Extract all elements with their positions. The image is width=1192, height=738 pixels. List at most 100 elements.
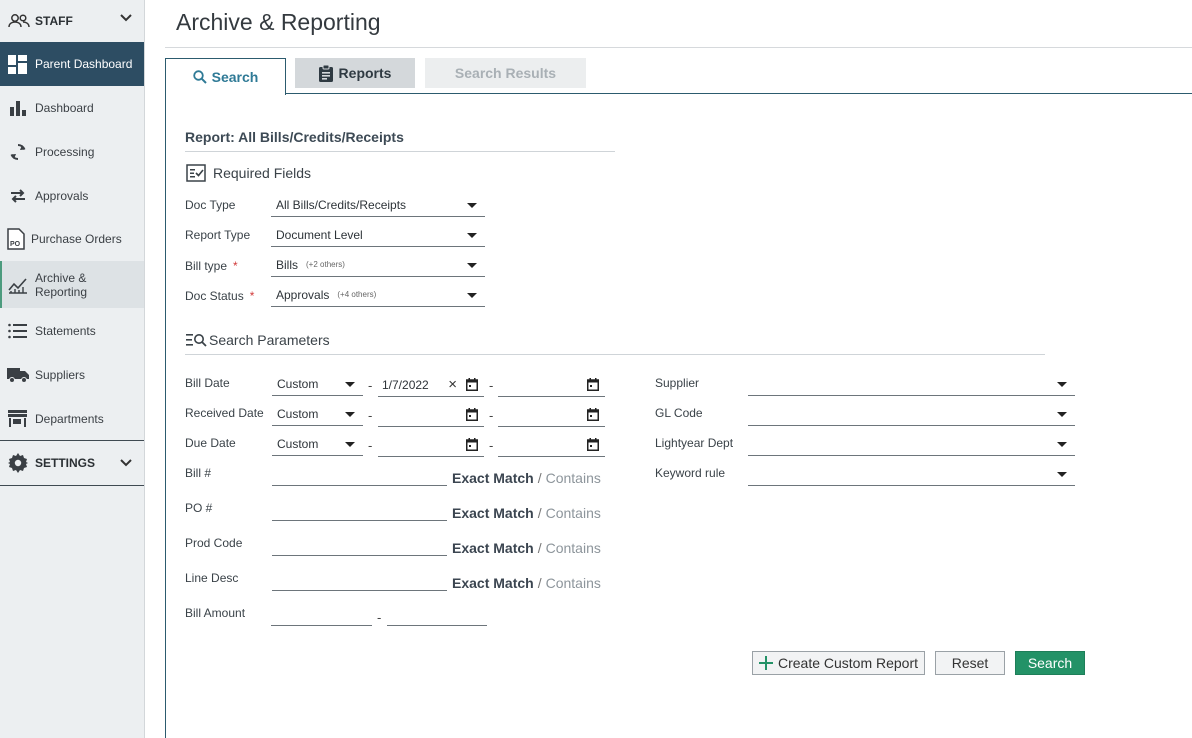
caret-down-icon xyxy=(1057,442,1067,447)
po-document-icon: PO xyxy=(7,228,25,250)
tab-search-results: Search Results xyxy=(425,58,586,88)
chevron-down-icon xyxy=(120,14,132,22)
supplier-select[interactable] xyxy=(748,372,1075,396)
checklist-icon xyxy=(186,164,206,182)
bill-type-select[interactable]: Bills (+2 others) xyxy=(271,253,485,277)
tab-label: Reports xyxy=(338,65,392,81)
bill-date-from-input[interactable]: 1/7/2022 × xyxy=(378,373,484,397)
doc-status-select[interactable]: Approvals (+4 others) xyxy=(271,283,485,307)
sidebar-divider xyxy=(0,485,144,486)
calendar-icon[interactable] xyxy=(466,408,478,421)
bill-number-input[interactable] xyxy=(272,466,447,486)
sidebar-item-dashboard[interactable]: Dashboard xyxy=(0,86,144,130)
sidebar-item-purchase-orders[interactable]: PO Purchase Orders xyxy=(0,218,144,260)
keyword-rule-select[interactable] xyxy=(748,462,1075,486)
line-chart-icon xyxy=(8,277,27,294)
bill-number-label: Bill # xyxy=(185,466,212,480)
calendar-icon[interactable] xyxy=(587,438,599,451)
caret-down-icon xyxy=(1057,382,1067,387)
report-type-label: Report Type xyxy=(185,228,251,242)
po-number-input[interactable] xyxy=(272,501,447,521)
bill-date-mode-select[interactable]: Custom xyxy=(272,372,363,396)
tab-reports[interactable]: Reports xyxy=(295,58,415,88)
prod-code-label: Prod Code xyxy=(185,536,243,550)
contains-option[interactable]: Contains xyxy=(546,505,601,521)
sidebar-item-processing[interactable]: Processing xyxy=(0,130,144,174)
doc-type-label: Doc Type xyxy=(185,198,236,212)
required-asterisk: * xyxy=(233,259,238,273)
bill-date-label: Bill Date xyxy=(185,376,230,390)
doc-status-label: Doc Status * xyxy=(185,289,254,303)
staff-section-toggle[interactable]: STAFF xyxy=(0,0,144,42)
calendar-icon[interactable] xyxy=(466,378,478,391)
tab-underline xyxy=(286,93,1192,94)
due-date-to-input[interactable] xyxy=(498,433,605,457)
header-divider xyxy=(165,47,1192,48)
due-date-mode-select[interactable]: Custom xyxy=(272,432,363,456)
sidebar-item-approvals[interactable]: Approvals xyxy=(0,174,144,218)
contains-option[interactable]: Contains xyxy=(546,575,601,591)
bill-amount-max-input[interactable] xyxy=(387,606,487,626)
caret-down-icon xyxy=(1057,472,1067,477)
supplier-label: Supplier xyxy=(655,376,700,390)
exact-match-option[interactable]: Exact Match xyxy=(452,505,534,521)
select-value: Custom xyxy=(277,436,319,451)
exact-match-option[interactable]: Exact Match xyxy=(452,575,534,591)
lightyear-dept-select[interactable] xyxy=(748,432,1075,456)
line-desc-input[interactable] xyxy=(272,571,447,591)
received-date-from-input[interactable] xyxy=(378,403,484,427)
sidebar-item-statements[interactable]: Statements xyxy=(0,309,144,353)
tab-label: Search xyxy=(211,69,259,85)
exact-match-option[interactable]: Exact Match xyxy=(452,470,534,486)
prod-code-input[interactable] xyxy=(272,536,447,556)
received-date-mode-select[interactable]: Custom xyxy=(272,402,363,426)
doc-type-select[interactable]: All Bills/Credits/Receipts xyxy=(271,193,485,217)
tab-search[interactable]: Search xyxy=(165,58,286,95)
select-value: Bills xyxy=(276,257,299,272)
caret-down-icon xyxy=(467,263,477,268)
contains-option[interactable]: Contains xyxy=(546,470,601,486)
calendar-icon[interactable] xyxy=(587,378,599,391)
staff-label: STAFF xyxy=(35,14,73,28)
caret-down-icon xyxy=(345,412,355,417)
gl-code-select[interactable] xyxy=(748,402,1075,426)
sidebar-item-label: Departments xyxy=(35,411,104,426)
button-label: Create Custom Report xyxy=(777,655,919,671)
search-button[interactable]: Search xyxy=(1015,651,1085,675)
reset-button[interactable]: Reset xyxy=(935,651,1005,675)
section-heading-text: Search Parameters xyxy=(209,332,330,348)
contains-option[interactable]: Contains xyxy=(546,540,601,556)
select-extra-count: (+4 others) xyxy=(337,290,377,299)
due-date-from-input[interactable] xyxy=(378,433,484,457)
bill-date-to-input[interactable] xyxy=(498,373,605,397)
clear-icon[interactable]: × xyxy=(448,376,457,393)
calendar-icon[interactable] xyxy=(466,438,478,451)
gear-icon xyxy=(8,453,28,473)
sidebar: STAFF Parent Dashboard Dashboard Process… xyxy=(0,0,145,738)
line-desc-label: Line Desc xyxy=(185,571,239,585)
select-value: Custom xyxy=(277,406,319,421)
report-title: Report: All Bills/Credits/Receipts xyxy=(185,129,404,145)
sidebar-item-suppliers[interactable]: Suppliers xyxy=(0,353,144,397)
sidebar-item-archive-reporting[interactable]: Archive & Reporting xyxy=(0,261,144,308)
people-icon xyxy=(8,14,30,28)
settings-label: SETTINGS xyxy=(35,456,96,470)
bill-amount-min-input[interactable] xyxy=(271,606,372,626)
caret-down-icon xyxy=(345,442,355,447)
swap-arrows-icon xyxy=(11,189,25,203)
exact-match-option[interactable]: Exact Match xyxy=(452,540,534,556)
select-value: All Bills/Credits/Receipts xyxy=(276,197,407,212)
calendar-icon[interactable] xyxy=(587,408,599,421)
sidebar-item-departments[interactable]: Departments xyxy=(0,397,144,440)
settings-section-toggle[interactable]: SETTINGS xyxy=(0,441,144,485)
bar-chart-icon xyxy=(10,101,26,116)
storefront-icon xyxy=(8,410,27,427)
received-date-to-input[interactable] xyxy=(498,403,605,427)
tab-label: Search Results xyxy=(454,65,557,81)
report-type-select[interactable]: Document Level xyxy=(271,223,485,247)
po-number-match-toggle: Exact Match / Contains xyxy=(452,505,601,521)
create-custom-report-button[interactable]: Create Custom Report xyxy=(752,651,925,675)
po-badge-text: PO xyxy=(10,241,21,248)
sidebar-item-label: Dashboard xyxy=(35,101,94,115)
sidebar-item-parent-dashboard[interactable]: Parent Dashboard xyxy=(0,42,144,86)
